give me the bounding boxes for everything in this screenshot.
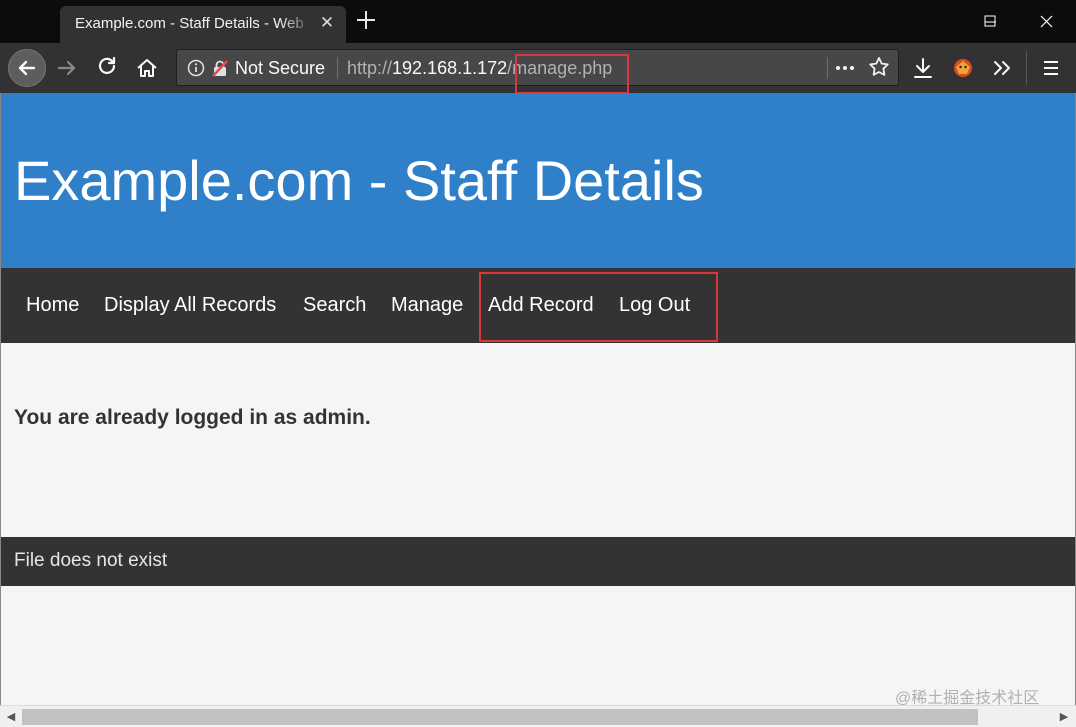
info-icon[interactable] <box>187 59 205 77</box>
scrollbar-thumb[interactable] <box>22 709 978 725</box>
login-status-message: You are already logged in as admin. <box>14 406 371 429</box>
url-actions-separator <box>827 57 828 79</box>
scroll-left-icon[interactable]: ◀ <box>3 709 19 725</box>
web-page: Example.com - Staff Details Home Display… <box>1 93 1075 705</box>
nav-highlight-box <box>479 272 718 342</box>
scroll-right-icon[interactable]: ▶ <box>1056 709 1072 725</box>
new-tab-icon[interactable] <box>352 6 380 34</box>
nav-home[interactable]: Home <box>26 294 79 317</box>
overflow-icon[interactable] <box>986 51 1020 85</box>
extension-icon[interactable] <box>946 51 980 85</box>
back-icon[interactable] <box>8 49 46 87</box>
security-label: Not Secure <box>235 58 326 78</box>
browser-toolbar: Not Secure http://192.168.1.172/manage.p… <box>0 43 1076 94</box>
url-host: 192.168.1.172 <box>392 58 508 78</box>
browser-titlebar: Example.com - Staff Details - Web ✕ <box>0 0 1076 43</box>
page-actions-icon[interactable] <box>833 56 857 80</box>
url-bar[interactable]: Not Secure http://192.168.1.172/manage.p… <box>176 49 899 94</box>
toolbar-divider <box>1026 51 1027 85</box>
horizontal-scrollbar[interactable]: ◀ ▶ <box>0 705 1076 727</box>
footer-text: File does not exist <box>14 550 168 571</box>
site-title: Example.com - Staff Details <box>14 149 704 212</box>
download-icon[interactable] <box>906 51 940 85</box>
browser-tab[interactable]: Example.com - Staff Details - Web ✕ <box>60 6 346 43</box>
menu-icon[interactable] <box>1034 51 1068 85</box>
home-icon[interactable] <box>130 51 164 85</box>
maximize-icon[interactable] <box>968 0 1014 43</box>
nav-display-all-records[interactable]: Display All Records <box>104 294 276 317</box>
url-path-highlight-box <box>515 54 629 94</box>
forward-icon[interactable] <box>50 51 84 85</box>
close-icon[interactable] <box>1024 0 1070 43</box>
reload-icon[interactable] <box>90 51 124 85</box>
site-footer: File does not exist <box>1 537 1075 586</box>
tab-close-icon[interactable]: ✕ <box>316 12 338 34</box>
url-scheme: http:// <box>347 58 393 78</box>
site-header: Example.com - Staff Details <box>1 93 1075 268</box>
url-separator <box>337 57 338 79</box>
site-nav: Home Display All Records Search Manage A… <box>1 268 1075 343</box>
nav-manage[interactable]: Manage <box>391 294 463 317</box>
window-border-left <box>0 93 1 705</box>
insecure-lock-icon[interactable] <box>211 59 229 77</box>
nav-search[interactable]: Search <box>303 294 366 317</box>
tab-title: Example.com - Staff Details - Web <box>75 15 304 32</box>
bookmark-star-icon[interactable] <box>867 55 891 79</box>
